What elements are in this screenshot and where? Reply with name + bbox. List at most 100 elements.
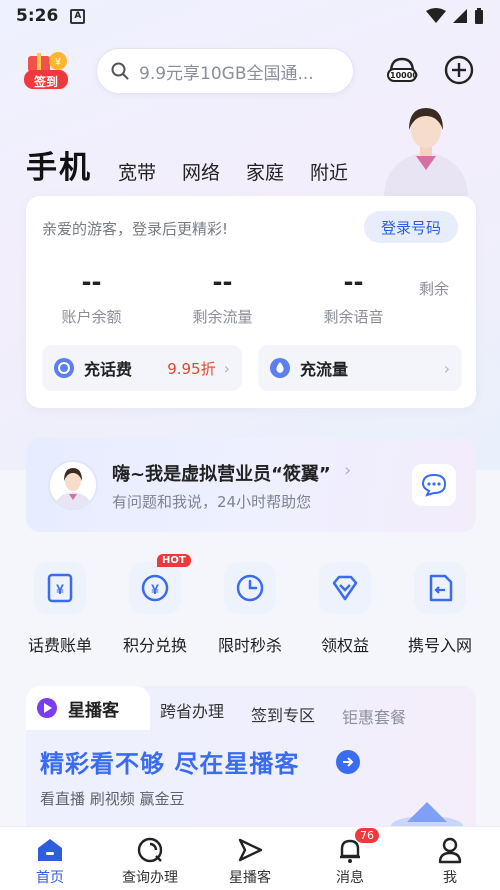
search-bar[interactable]: 9.9元享10GB全国通...	[96, 48, 354, 94]
bottom-nav: 首页 查询办理 星播客 76 消息 我	[0, 826, 500, 890]
clock-icon	[224, 562, 276, 614]
content-tabs-section: 星播客 跨省办理 签到专区 钜惠套餐 精彩看不够 尽在星播客 看直播 刷视频 赢…	[26, 686, 476, 836]
assistant-title: 嗨~我是虚拟营业员“筱翼”	[112, 464, 331, 485]
nav-me[interactable]: 我	[400, 827, 500, 890]
coin-icon	[54, 358, 74, 378]
nav-label: 首页	[36, 870, 64, 886]
virtual-agent-figure[interactable]	[376, 100, 476, 196]
nav-label: 我	[443, 870, 457, 886]
stat-voice-remaining[interactable]: -- 剩余语音	[288, 268, 419, 327]
tab-xingboke[interactable]: 星播客	[26, 686, 150, 730]
recharge-data-label: 充流量	[300, 360, 349, 379]
service-flash-sale[interactable]: 限时秒杀	[204, 562, 296, 656]
service-points[interactable]: HOT ¥ 积分兑换	[109, 554, 201, 656]
service-grid: ¥ 话费账单 HOT ¥ 积分兑换 限时秒杀 领权益 携号入网	[14, 554, 486, 656]
stat-label: 剩余流量	[192, 308, 253, 326]
query-icon	[134, 835, 166, 865]
tab-phone[interactable]: 手机	[26, 142, 92, 187]
hotline-number: 10000	[390, 71, 418, 80]
service-label: 积分兑换	[122, 636, 187, 655]
recharge-phone-button[interactable]: 充话费 9.95折 ›	[42, 345, 242, 391]
service-label: 话费账单	[27, 636, 92, 655]
water-drop-icon	[270, 358, 290, 378]
tab-nearby[interactable]: 附近	[310, 158, 348, 187]
nav-label: 查询办理	[122, 870, 178, 886]
message-count-badge: 76	[354, 827, 380, 844]
service-label: 领权益	[320, 636, 369, 655]
category-tabs: 手机 宽带 网络 家庭 附近	[26, 142, 348, 187]
hot-badge: HOT	[157, 554, 191, 567]
tab-family[interactable]: 家庭	[246, 158, 284, 187]
home-icon	[34, 835, 66, 865]
search-icon	[111, 62, 129, 80]
sim-card-icon	[414, 562, 466, 614]
svg-text:¥: ¥	[54, 57, 61, 68]
promo-slogan[interactable]: 精彩看不够 尽在星播客	[40, 744, 299, 779]
chat-button[interactable]	[412, 464, 456, 506]
guest-greeting: 亲爱的游客，登录后更精彩!	[42, 220, 229, 238]
sign-in-badge[interactable]: ¥ 签到	[22, 50, 72, 92]
search-placeholder: 9.9元享10GB全国通...	[139, 63, 314, 84]
nav-messages[interactable]: 76 消息	[300, 827, 400, 890]
play-logo-icon	[37, 698, 57, 718]
virtual-assistant-banner[interactable]: 嗨~我是虚拟营业员“筱翼” › 有问题和我说，24小时帮助您	[26, 438, 476, 532]
nav-home[interactable]: 首页	[0, 827, 100, 890]
chat-bubble-icon	[421, 473, 447, 497]
stat-partial[interactable]: 剩余	[419, 268, 475, 327]
tab-network[interactable]: 网络	[182, 158, 220, 187]
service-benefits[interactable]: 领权益	[299, 562, 391, 656]
nav-label: 消息	[336, 870, 364, 886]
svg-text:¥: ¥	[56, 581, 64, 597]
status-right	[426, 7, 484, 25]
stat-data-remaining[interactable]: -- 剩余流量	[157, 268, 288, 327]
stat-label: 剩余语音	[323, 308, 384, 326]
stat-value: --	[212, 268, 233, 296]
service-label: 限时秒杀	[217, 636, 282, 655]
service-port-in[interactable]: 携号入网	[394, 562, 486, 656]
person-icon	[434, 835, 466, 865]
service-label: 携号入网	[407, 636, 472, 655]
points-exchange-icon: ¥	[129, 562, 181, 614]
recharge-discount: 9.95折	[167, 359, 216, 378]
tab-broadband[interactable]: 宽带	[118, 158, 156, 187]
play-send-icon	[234, 835, 266, 865]
recharge-phone-label: 充话费	[84, 360, 133, 379]
chevron-right-icon: ›	[344, 460, 352, 481]
account-card: 亲爱的游客，登录后更精彩! 登录号码 -- 账户余额 -- 剩余流量 -- 剩余…	[26, 196, 476, 408]
notification-a-icon: A	[70, 8, 86, 24]
nav-label: 星播客	[229, 870, 271, 886]
tab-sign-in-zone[interactable]: 签到专区	[251, 702, 315, 726]
login-button[interactable]: 登录号码	[364, 211, 458, 243]
arrow-right-icon[interactable]	[336, 750, 360, 774]
sign-in-label: 签到	[34, 75, 59, 89]
stat-label: 账户余额	[61, 308, 122, 326]
service-bill[interactable]: ¥ 话费账单	[14, 562, 106, 656]
stat-balance[interactable]: -- 账户余额	[26, 268, 157, 327]
promo-subtitle: 看直播 刷视频 赢金豆	[40, 790, 185, 808]
status-bar: 5:26 A	[0, 0, 500, 32]
diamond-icon	[319, 562, 371, 614]
signal-icon	[453, 9, 467, 23]
stat-label: 剩余	[419, 280, 450, 298]
tab-label: 星播客	[68, 700, 119, 721]
status-time: 5:26	[16, 6, 59, 26]
assistant-avatar	[48, 460, 98, 510]
stat-value: --	[81, 268, 102, 296]
agent-avatar-icon	[384, 108, 468, 196]
battery-icon	[475, 7, 483, 24]
tab-cross-province[interactable]: 跨省办理	[160, 698, 224, 722]
assistant-subtitle: 有问题和我说，24小时帮助您	[112, 493, 312, 511]
hotline-button[interactable]: 10000	[386, 56, 418, 86]
svg-text:¥: ¥	[151, 581, 159, 597]
account-stats: -- 账户余额 -- 剩余流量 -- 剩余语音 剩余	[26, 268, 476, 327]
tab-discount-plans[interactable]: 钜惠套餐	[342, 704, 406, 728]
add-button[interactable]	[444, 55, 474, 85]
nav-query[interactable]: 查询办理	[100, 827, 200, 890]
wifi-icon	[426, 8, 446, 23]
stat-value: --	[343, 268, 364, 296]
chevron-right-icon: ›	[223, 358, 230, 378]
recharge-data-button[interactable]: 充流量 ›	[258, 345, 462, 391]
bill-icon: ¥	[34, 562, 86, 614]
plus-circle-icon	[444, 55, 474, 85]
nav-xingboke[interactable]: 星播客	[200, 827, 300, 890]
